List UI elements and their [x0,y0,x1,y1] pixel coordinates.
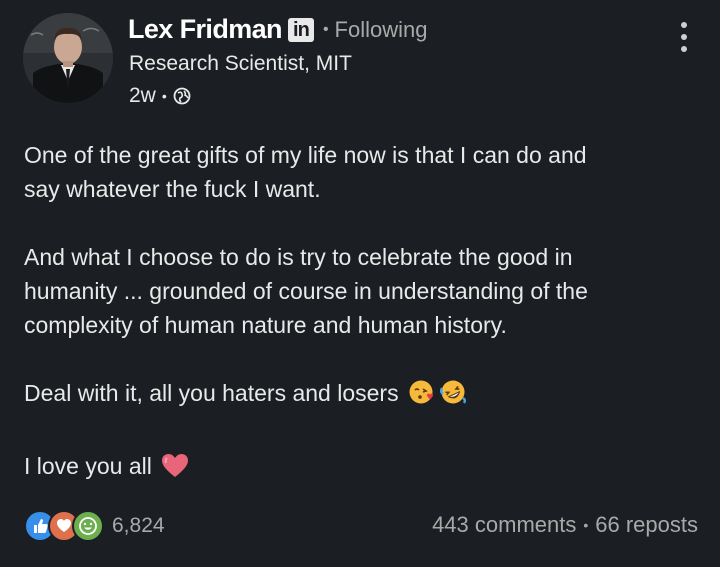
reposts-count[interactable]: 66 reposts [595,512,698,538]
post-line: I love you all [24,453,152,479]
post-paragraph: Deal with it, all you haters and losers [24,376,714,415]
post-line: One of the great gifts of my life now is… [24,142,587,168]
comments-count[interactable]: 443 comments [432,512,576,538]
author-avatar[interactable] [23,13,113,103]
author-headline: Research Scientist, MIT [129,52,352,75]
feed-post: Lex Fridman in • Following Research Scie… [0,0,720,567]
author-name[interactable]: Lex Fridman [128,14,283,45]
linkedin-icon: in [287,17,314,42]
post-line: Deal with it, all you haters and losers [24,380,399,406]
separator-dot: • [322,20,329,38]
post-line: humanity ... grounded of course in under… [24,278,588,304]
separator-dot: • [161,88,167,104]
globe-icon [173,87,191,105]
post-line: And what I choose to do is try to celebr… [24,244,573,270]
post-meta: 2w • [129,84,191,108]
follow-status[interactable]: Following [335,17,428,43]
post-line: complexity of human nature and human his… [24,312,507,338]
reaction-count[interactable]: 6,824 [112,514,165,538]
post-paragraph: One of the great gifts of my life now is… [24,138,714,206]
engagement-stats: 443 comments • 66 reposts [432,512,698,538]
reactions-summary[interactable]: 6,824 [24,510,165,542]
more-options-icon[interactable] [674,22,694,52]
heart-emoji [161,453,189,488]
funny-icon [72,510,104,542]
rolling-laughing-emoji [439,378,467,415]
author-name-row: Lex Fridman in • Following [128,14,427,45]
post-line: say whatever the fuck I want. [24,176,321,202]
post-paragraph: And what I choose to do is try to celebr… [24,240,714,342]
separator-dot: • [583,517,589,533]
post-paragraph: I love you all [24,449,714,488]
post-time: 2w [129,84,156,107]
kissing-heart-emoji [408,378,436,415]
post-body: One of the great gifts of my life now is… [24,138,714,488]
